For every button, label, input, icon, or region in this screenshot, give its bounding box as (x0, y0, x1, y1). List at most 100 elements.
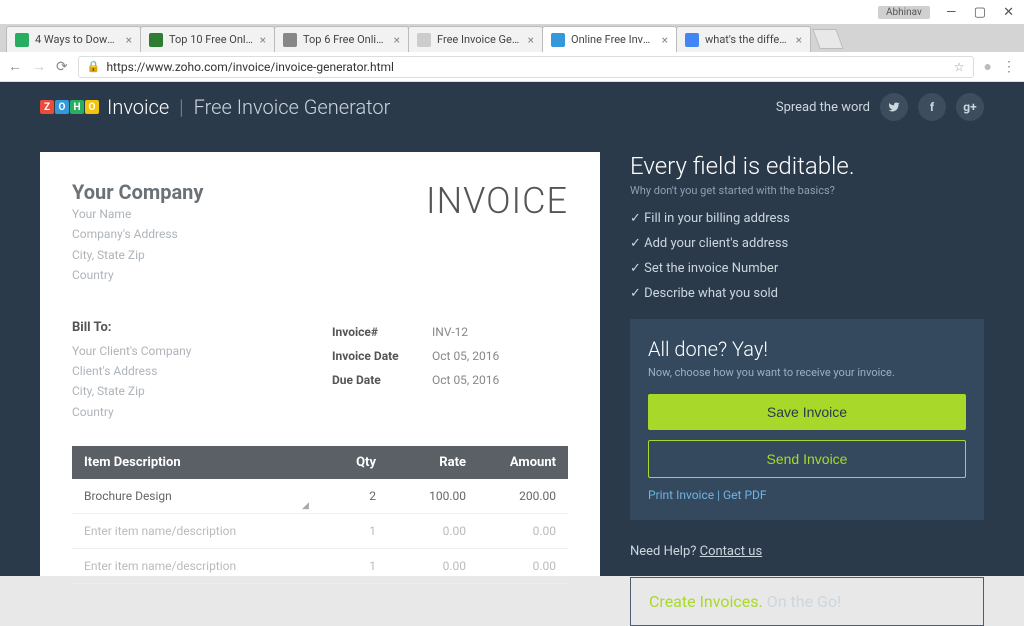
window-titlebar: Abhinav — ▢ ✕ (0, 0, 1024, 24)
item-row: Brochure Design2100.00200.00 ◢ (72, 479, 568, 514)
browser-tab[interactable]: Free Invoice Generator × (408, 26, 543, 52)
print-invoice-link[interactable]: Print Invoice (648, 488, 714, 502)
browser-toolbar: ← → ⟳ 🔒 https://www.zoho.com/invoice/inv… (0, 52, 1024, 82)
cta-panel[interactable]: Create Invoices. On the Go! (630, 577, 984, 626)
checklist-item: Set the invoice Number (630, 261, 984, 276)
browser-tab-strip: 4 Ways to Download A×Top 10 Free Online … (0, 24, 1024, 52)
brand-title: Invoice|Free Invoice Generator (107, 95, 390, 119)
item-description-field[interactable]: Brochure Design (84, 489, 316, 503)
item-row: Enter item name/description10.000.00 (72, 514, 568, 549)
favicon-icon (417, 33, 431, 47)
tab-label: Top 6 Free Online Rece (303, 33, 388, 46)
profile-icon[interactable]: ● (984, 58, 992, 75)
send-invoice-button[interactable]: Send Invoice (648, 440, 966, 478)
browser-tab[interactable]: Online Free Invoice Ge × (542, 26, 677, 52)
need-help-label: Need Help? (630, 544, 696, 559)
resize-handle-icon[interactable]: ◢ (302, 501, 309, 511)
tab-label: Online Free Invoice Ge (571, 33, 656, 46)
tab-close-icon[interactable]: × (662, 33, 668, 47)
sidebar: Every field is editable. Why don't you g… (630, 152, 984, 576)
favicon-icon (283, 33, 297, 47)
url-text: https://www.zoho.com/invoice/invoice-gen… (106, 60, 394, 74)
tab-label: Top 10 Free Online Rec (169, 33, 254, 46)
get-pdf-link[interactable]: Get PDF (723, 488, 767, 502)
tab-close-icon[interactable]: × (528, 33, 534, 47)
forward-icon[interactable]: → (32, 58, 46, 75)
sidebar-subtitle: Why don't you get started with the basic… (630, 184, 984, 197)
done-subtitle: Now, choose how you want to receive your… (648, 365, 966, 380)
twitter-icon[interactable] (880, 93, 908, 121)
item-description-field[interactable]: Enter item name/description (84, 559, 316, 573)
item-qty-field[interactable]: 1 (316, 524, 376, 538)
lock-icon: 🔒 (87, 60, 101, 73)
item-row: Enter item name/description10.000.00 (72, 549, 568, 584)
client-country-field[interactable]: Country (72, 402, 332, 422)
company-citystate-field[interactable]: City, State Zip (72, 245, 203, 265)
invoice-date-field[interactable]: Oct 05, 2016 (432, 344, 499, 368)
browser-tab[interactable]: Top 10 Free Online Rec × (140, 26, 275, 52)
company-country-field[interactable]: Country (72, 265, 203, 285)
tab-close-icon[interactable]: × (260, 33, 266, 47)
googleplus-icon[interactable]: g+ (956, 93, 984, 121)
new-tab-button[interactable] (812, 29, 843, 49)
due-date-field[interactable]: Oct 05, 2016 (432, 368, 499, 392)
invoice-card: Your Company Your Name Company's Address… (40, 152, 600, 576)
window-minimize-icon[interactable]: — (944, 5, 959, 20)
save-invoice-button[interactable]: Save Invoice (648, 394, 966, 430)
menu-icon[interactable]: ⋮ (1002, 59, 1016, 75)
col-qty: Qty (316, 455, 376, 470)
your-name-field[interactable]: Your Name (72, 204, 203, 224)
item-amount-field[interactable]: 200.00 (466, 489, 556, 503)
sidebar-title: Every field is editable. (630, 152, 984, 180)
browser-tab[interactable]: Top 6 Free Online Rece × (274, 26, 409, 52)
bill-to-label: Bill To: (72, 320, 332, 335)
facebook-icon[interactable]: f (918, 93, 946, 121)
favicon-icon (149, 33, 163, 47)
item-qty-field[interactable]: 1 (316, 559, 376, 573)
done-panel: All done? Yay! Now, choose how you want … (630, 319, 984, 520)
contact-us-link[interactable]: Contact us (700, 544, 763, 559)
col-description: Item Description (84, 455, 316, 470)
reload-icon[interactable]: ⟳ (56, 59, 68, 75)
checklist-item: Describe what you sold (630, 286, 984, 301)
zoho-logo: ZOHO (40, 100, 99, 114)
invoice-number-label: Invoice# (332, 320, 432, 344)
favicon-icon (685, 33, 699, 47)
item-amount-field[interactable]: 0.00 (466, 524, 556, 538)
checklist-item: Fill in your billing address (630, 211, 984, 226)
tab-label: 4 Ways to Download A (35, 33, 120, 46)
item-rate-field[interactable]: 100.00 (376, 489, 466, 503)
company-address-field[interactable]: Company's Address (72, 224, 203, 244)
item-rate-field[interactable]: 0.00 (376, 559, 466, 573)
invoice-title[interactable]: INVOICE (426, 180, 568, 222)
item-description-field[interactable]: Enter item name/description (84, 524, 316, 538)
back-icon[interactable]: ← (8, 58, 22, 75)
favicon-icon (15, 33, 29, 47)
company-name-field[interactable]: Your Company (72, 180, 203, 204)
col-amount: Amount (466, 455, 556, 470)
favicon-icon (551, 33, 565, 47)
invoice-date-label: Invoice Date (332, 344, 432, 368)
due-date-label: Due Date (332, 368, 432, 392)
star-icon[interactable]: ☆ (954, 60, 965, 74)
tab-close-icon[interactable]: × (126, 33, 132, 47)
checklist-item: Add your client's address (630, 236, 984, 251)
tab-close-icon[interactable]: × (796, 33, 802, 47)
tab-label: what's the difference b (705, 33, 790, 46)
client-company-field[interactable]: Your Client's Company (72, 341, 332, 361)
window-close-icon[interactable]: ✕ (1001, 5, 1016, 20)
address-bar[interactable]: 🔒 https://www.zoho.com/invoice/invoice-g… (78, 56, 974, 78)
client-address-field[interactable]: Client's Address (72, 361, 332, 381)
tab-label: Free Invoice Generator (437, 33, 522, 46)
invoice-number-field[interactable]: INV-12 (432, 320, 468, 344)
browser-tab[interactable]: 4 Ways to Download A × (6, 26, 141, 52)
item-qty-field[interactable]: 2 (316, 489, 376, 503)
item-rate-field[interactable]: 0.00 (376, 524, 466, 538)
browser-tab[interactable]: what's the difference b × (676, 26, 811, 52)
user-badge: Abhinav (878, 6, 930, 19)
client-citystate-field[interactable]: City, State Zip (72, 381, 332, 401)
done-title: All done? Yay! (648, 337, 966, 361)
item-amount-field[interactable]: 0.00 (466, 559, 556, 573)
tab-close-icon[interactable]: × (394, 33, 400, 47)
window-restore-icon[interactable]: ▢ (973, 5, 988, 20)
